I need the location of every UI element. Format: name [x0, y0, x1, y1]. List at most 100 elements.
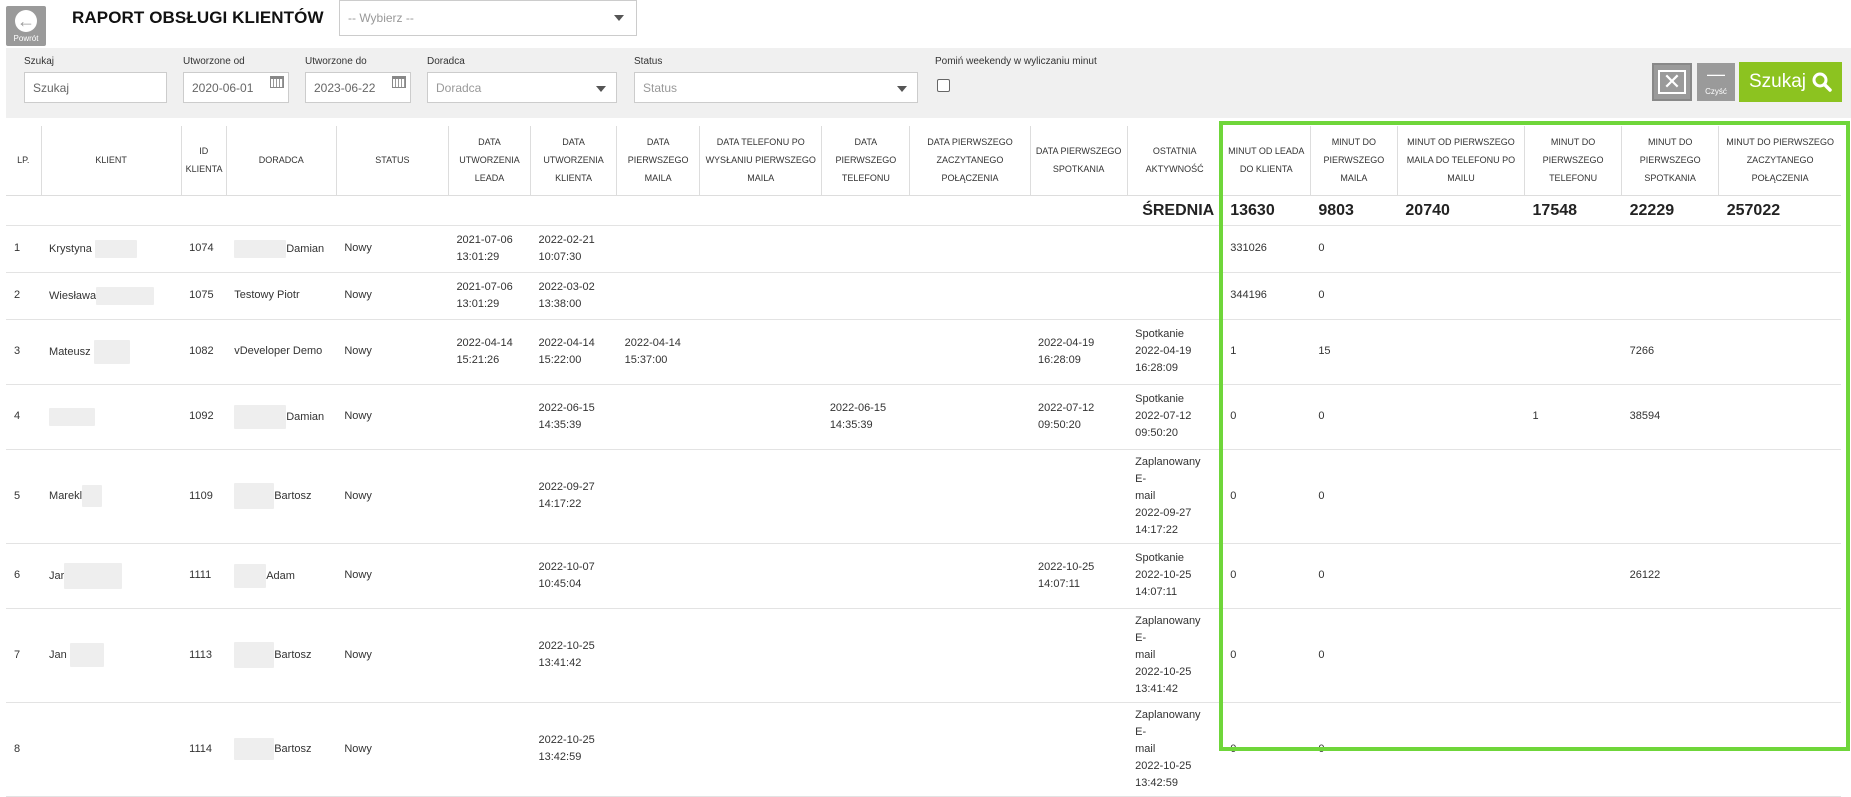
cell-first-phone	[821, 272, 910, 320]
export-excel-button[interactable]: ✕	[1652, 63, 1692, 101]
calendar-icon[interactable]	[392, 76, 406, 88]
date: 2022-03-02	[538, 280, 595, 293]
average-value: 20740	[1397, 195, 1525, 226]
cell-first-meeting	[1030, 225, 1128, 273]
table-row[interactable]: 1 Krystyna 1074 Damian Nowy 2021-07-06 13…	[6, 225, 1841, 273]
client-name: Jan	[49, 648, 67, 661]
cell-client-id: 1109	[181, 449, 227, 544]
time: 13:41:42	[538, 657, 582, 669]
status-select[interactable]: Status	[634, 72, 918, 103]
table-row[interactable]: 7 Jan 1113 Bartosz Nowy 2022-10-25 13:41:…	[6, 608, 1841, 703]
col-min-mail-phone[interactable]: MINUT OD PIERWSZEGO MAILA DO TELEFONU PO…	[1397, 126, 1526, 196]
cell-client-id: 1113	[181, 608, 227, 703]
cell-client-id: 1114	[181, 702, 227, 797]
cell-min-first-mail: 0	[1310, 272, 1398, 320]
cell-first-read-conn	[909, 384, 1031, 450]
report-select[interactable]: -- Wybierz --	[339, 0, 637, 36]
clear-button[interactable]: — Czyść	[1697, 63, 1735, 101]
table-row[interactable]: 5 Marekl 1109 Bartosz Nowy 2022-09-27 14:…	[6, 449, 1841, 544]
cell-first-read-conn	[909, 702, 1031, 797]
time: 10:07:30	[538, 250, 582, 263]
table-row[interactable]: 8 1114 Bartosz Nowy 2022-10-25 13:42:59 Z…	[6, 702, 1841, 797]
back-label: Powrót	[13, 33, 39, 43]
date: 2022-10-25	[538, 640, 595, 652]
col-lp[interactable]: LP.	[6, 126, 42, 196]
date: 2022-04-14	[538, 336, 595, 349]
created-to-field[interactable]: 2023-06-22	[305, 72, 411, 103]
cell-min-lead-client: 1	[1222, 319, 1311, 385]
date: 2022-10-25	[1038, 560, 1095, 573]
cell-lp: 4	[6, 384, 42, 450]
cell-client-date: 2022-10-07 10:45:04	[530, 543, 617, 609]
cell-first-meeting	[1030, 702, 1128, 797]
table-row[interactable]: 4 1092 Damian Nowy 2022-06-15 14:35:39 20…	[6, 384, 1841, 450]
advisor-name: Damian	[286, 410, 325, 423]
cell-first-mail	[616, 272, 700, 320]
col-client[interactable]: KLIENT	[41, 126, 182, 196]
table-row[interactable]: 6 Jar 1111 Adam Nowy 2022-10-07 10:45:04 …	[6, 543, 1841, 609]
col-client-id[interactable]: ID KLIENTA	[181, 126, 227, 196]
cell-first-phone	[821, 319, 910, 385]
cell-client: Jan	[41, 608, 182, 703]
search-button-label: Szukaj	[1749, 71, 1807, 92]
col-lead-date[interactable]: DATA UTWORZENIA LEADA	[448, 126, 532, 196]
col-status[interactable]: STATUS	[336, 126, 449, 196]
back-button[interactable]: ← Powrót	[6, 6, 46, 46]
cell-phone-after-mail	[699, 225, 822, 273]
advisor-select[interactable]: Doradca	[427, 72, 617, 103]
cell-lp: 7	[6, 608, 42, 703]
col-client-date[interactable]: DATA UTWORZENIA KLIENTA	[530, 126, 618, 196]
cell-client	[41, 702, 182, 797]
cell-status: Nowy	[336, 702, 449, 797]
table-row[interactable]: 3 Mateusz 1082 vDeveloper Demo Nowy 2022…	[6, 319, 1841, 385]
created-from-field[interactable]: 2020-06-01	[183, 72, 289, 103]
cell-min-mail-phone	[1397, 384, 1525, 450]
calendar-icon[interactable]	[270, 76, 284, 88]
cell-phone-after-mail	[699, 272, 822, 320]
cell-min-first-read-conn	[1718, 272, 1841, 320]
col-min-first-phone[interactable]: MINUT DO PIERWSZEGO TELEFONU	[1524, 126, 1623, 196]
col-first-meeting[interactable]: DATA PIERWSZEGO SPOTKANIA	[1030, 126, 1128, 196]
col-first-read-conn[interactable]: DATA PIERWSZEGO ZACZYTANEGO POŁĄCZENIA	[909, 126, 1031, 196]
col-min-first-read-conn[interactable]: MINUT DO PIERWSZEGO ZACZYTANEGO POŁĄCZEN…	[1718, 126, 1841, 196]
redacted-text	[234, 239, 287, 258]
col-first-mail[interactable]: DATA PIERWSZEGO MAILA	[616, 126, 701, 196]
created-from-value: 2020-06-01	[192, 81, 254, 95]
weekend-checkbox[interactable]	[937, 79, 950, 92]
redacted-text	[93, 339, 130, 364]
cell-last-activity: Spotkanie 2022-07-12 09:50:20	[1127, 384, 1223, 450]
time: 15:21:26	[456, 353, 500, 366]
cell-status: Nowy	[336, 272, 449, 320]
cell-min-first-phone	[1524, 319, 1622, 385]
cell-min-first-phone: 1	[1524, 384, 1622, 450]
created-to-value: 2023-06-22	[314, 81, 376, 95]
redacted-text	[234, 563, 267, 588]
col-min-lead-client[interactable]: MINUT OD LEADA DO KLIENTA	[1222, 126, 1311, 196]
created-to-label: Utworzone do	[305, 56, 367, 67]
advisor-name: Damian	[286, 242, 325, 255]
average-value: 13630	[1222, 195, 1311, 226]
col-advisor[interactable]: DORADCA	[226, 126, 337, 196]
cell-min-first-meeting: 38594	[1621, 384, 1719, 450]
cell-min-lead-client: 0	[1222, 449, 1311, 544]
cell-first-meeting	[1030, 272, 1128, 320]
col-first-phone[interactable]: DATA PIERWSZEGO TELEFONU	[821, 126, 911, 196]
table-row[interactable]: 2 Wiesława 1075 Testowy Piotr Nowy 2021-…	[6, 272, 1841, 320]
cell-last-activity: Zaplanowany E-mail 2022-10-25 13:41:42	[1127, 608, 1223, 703]
col-phone-after-mail[interactable]: DATA TELEFONU PO WYSŁANIU PIERWSZEGO MAI…	[699, 126, 823, 196]
redacted-text	[82, 485, 103, 507]
col-min-first-mail[interactable]: MINUT DO PIERWSZEGO MAILA	[1310, 126, 1398, 196]
col-last-activity[interactable]: OSTATNIA AKTYWNOŚĆ	[1127, 126, 1223, 196]
cell-min-mail-phone	[1397, 543, 1525, 609]
cell-min-first-meeting: 7266	[1621, 319, 1719, 385]
col-min-first-meeting[interactable]: MINUT DO PIERWSZEGO SPOTKANIA	[1621, 126, 1720, 196]
search-button[interactable]: Szukaj	[1739, 62, 1843, 102]
cell-lp: 2	[6, 272, 42, 320]
cell-min-mail-phone	[1397, 702, 1525, 797]
time: 13:38:00	[538, 297, 582, 310]
search-input[interactable]: Szukaj	[24, 72, 167, 103]
cell-phone-after-mail	[699, 702, 822, 797]
cell-lead-date	[448, 384, 531, 450]
cell-last-activity	[1127, 225, 1223, 273]
time: 13:01:29	[456, 297, 500, 310]
